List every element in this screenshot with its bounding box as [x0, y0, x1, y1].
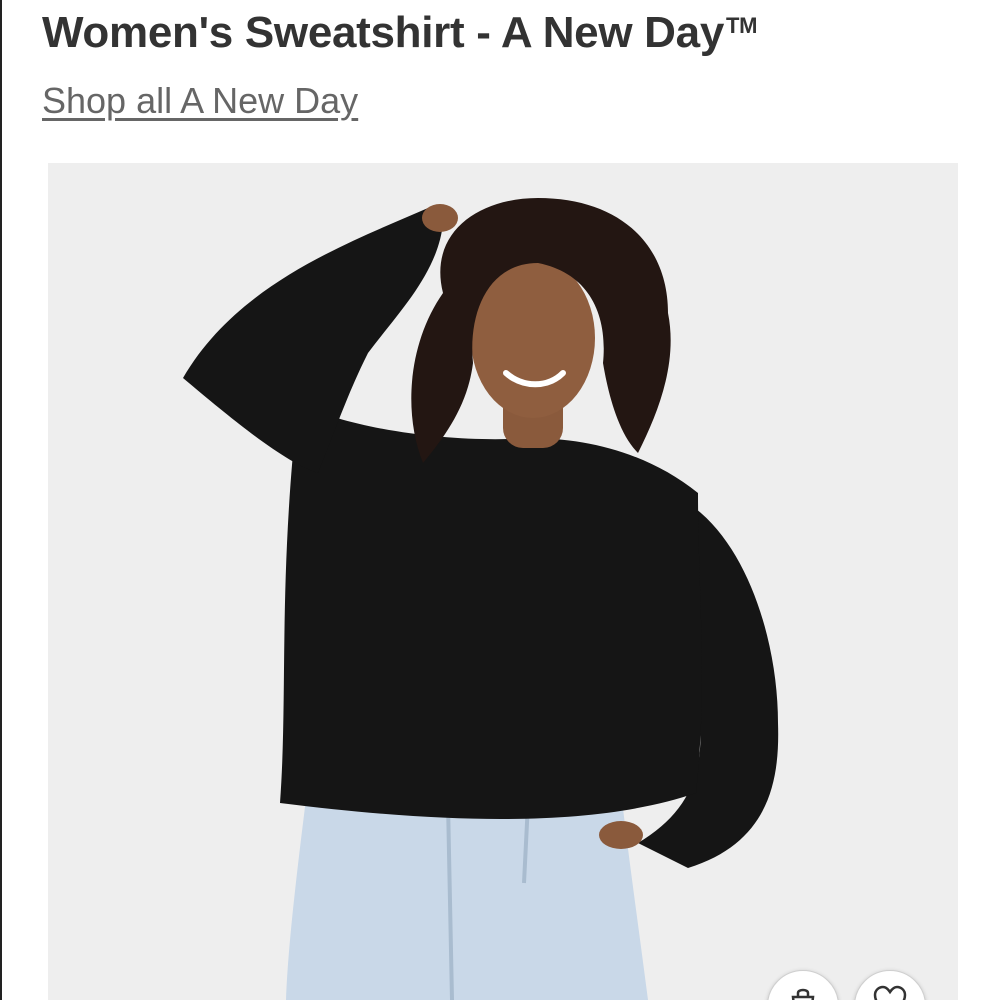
shopping-bag-icon: [791, 988, 815, 1000]
shop-all-brand-link[interactable]: Shop all A New Day: [42, 80, 358, 122]
trademark-symbol: TM: [726, 13, 758, 38]
product-title-text: Women's Sweatshirt - A New Day: [42, 8, 725, 57]
product-title: Women's Sweatshirt - A New DayTM: [42, 8, 757, 58]
product-page: Women's Sweatshirt - A New DayTM Shop al…: [0, 0, 1000, 1000]
product-photo-illustration: [48, 163, 958, 1000]
sweatshirt-body-shape: [280, 403, 702, 820]
heart-icon: [873, 985, 907, 1000]
product-image[interactable]: [48, 163, 958, 1000]
